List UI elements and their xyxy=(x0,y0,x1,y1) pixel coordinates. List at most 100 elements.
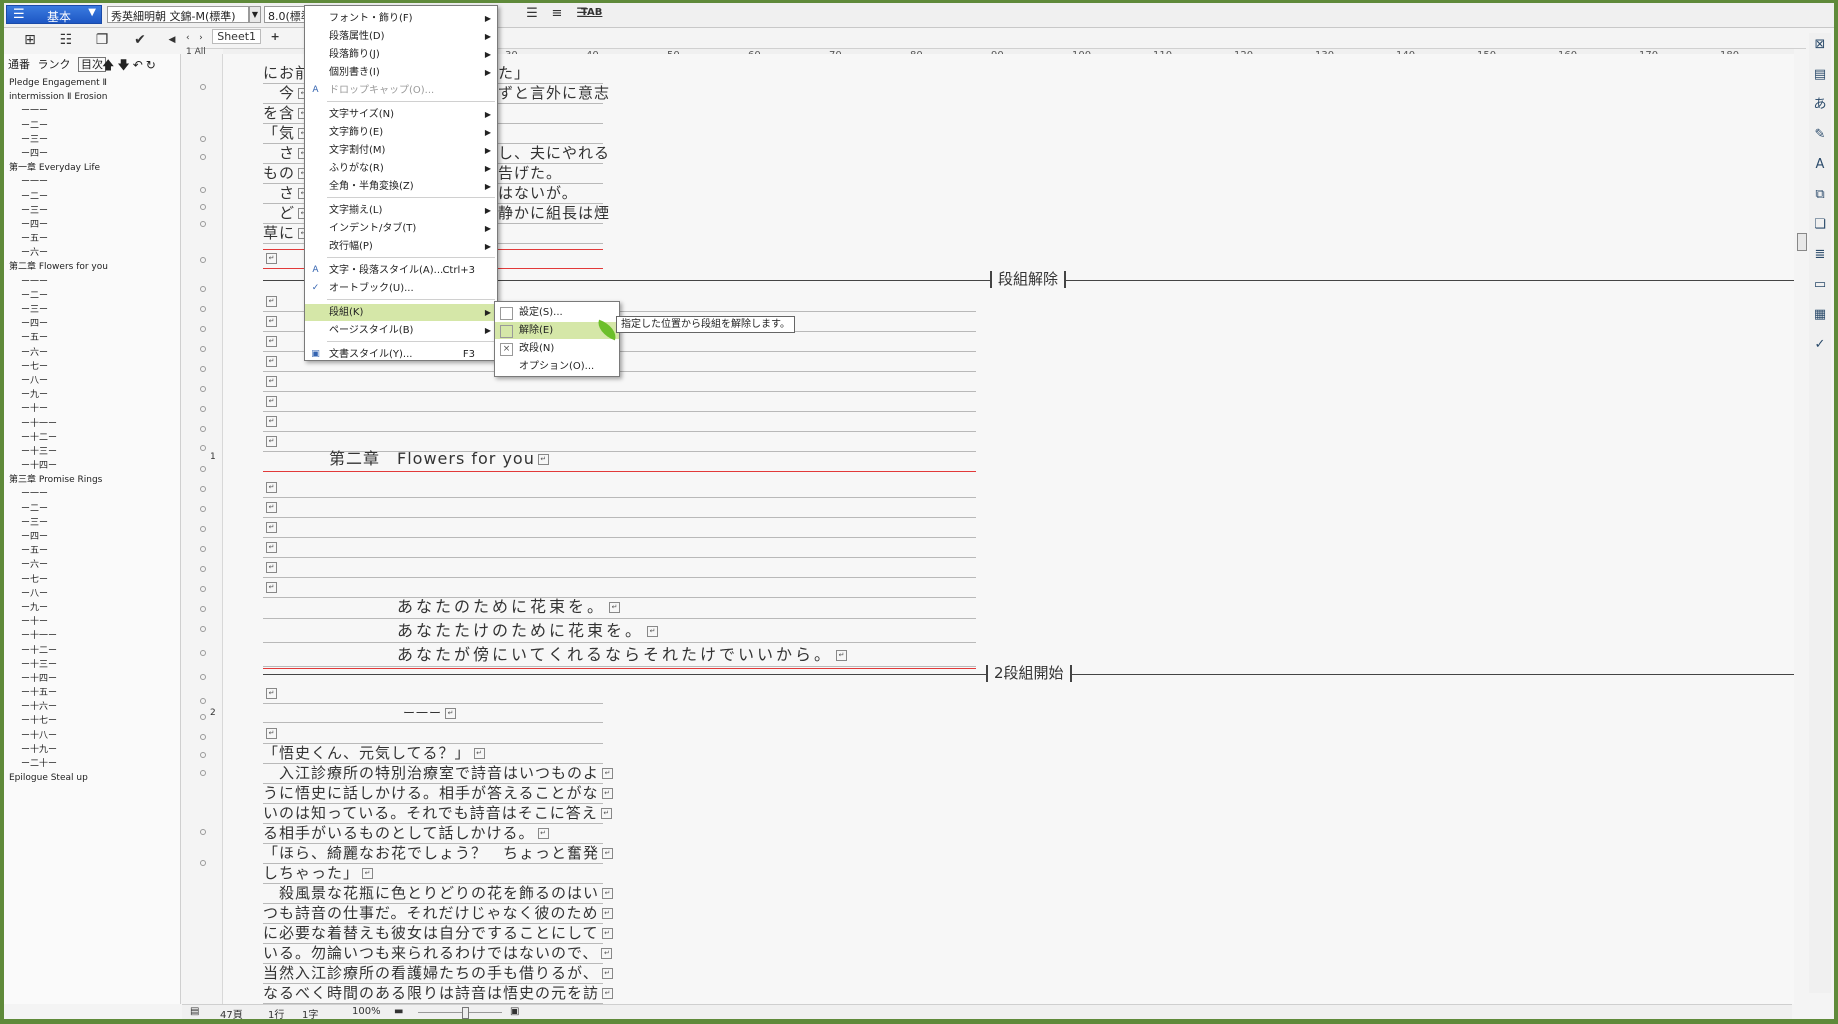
outline-item[interactable]: ー二ー xyxy=(9,502,179,516)
scroll-thumb[interactable] xyxy=(1797,233,1807,251)
zoom-slider[interactable] xyxy=(418,1012,502,1013)
outline-item[interactable]: ー十ー xyxy=(9,402,179,416)
outline-item[interactable]: ー四ー xyxy=(9,218,179,232)
menu-item[interactable]: 文字・段落スタイル(A)... Ctrl+3 A xyxy=(305,262,497,279)
outline-item[interactable]: ー五ー xyxy=(9,331,179,345)
outline-item[interactable]: ー二ー xyxy=(9,119,179,133)
outline-item[interactable]: ー五ー xyxy=(9,232,179,246)
submenu-item[interactable]: オプション(O)... xyxy=(495,358,619,375)
menu-item[interactable]: 文字サイズ(N) ▶ xyxy=(305,106,497,123)
checkmark-icon[interactable]: ✓ xyxy=(1812,337,1828,353)
outline-item[interactable]: ー一ー xyxy=(9,275,179,289)
tab-rank[interactable]: ランク xyxy=(38,58,71,71)
outline-item[interactable]: 第三章 Promise Rings xyxy=(9,473,179,487)
zoom-level[interactable]: 100% xyxy=(352,1006,381,1017)
undo-icon[interactable]: ↶ xyxy=(133,58,146,72)
menu-item[interactable]: フォント・飾り(F) ▶ xyxy=(305,10,497,27)
align-center-icon[interactable]: ≡ xyxy=(549,7,565,21)
outline-item[interactable]: ー十ー xyxy=(9,615,179,629)
menu-item[interactable]: 文字揃え(L) ▶ xyxy=(305,202,497,219)
menu-item[interactable]: 個別書き(I) ▶ xyxy=(305,64,497,81)
outline-item[interactable]: ー一ー xyxy=(9,487,179,501)
outline-item[interactable]: 第一章 Everyday Life xyxy=(9,161,179,175)
arrow-down-icon[interactable]: 🡇 xyxy=(117,58,132,72)
menu-item[interactable]: 文字飾り(E) ▶ xyxy=(305,124,497,141)
outline-item[interactable]: ー十三ー xyxy=(9,445,179,459)
style-selector[interactable]: ☰ 基本 ▼ xyxy=(6,5,102,24)
menu-item[interactable]: オートブック(U)... ✓ xyxy=(305,280,497,297)
outline-item[interactable]: ー九ー xyxy=(9,601,179,615)
menu-item[interactable]: インデント/タブ(T) ▶ xyxy=(305,220,497,237)
outline-item[interactable]: ー六ー xyxy=(9,246,179,260)
sheet-tab-1[interactable]: Sheet1 xyxy=(212,29,262,44)
submenu-item[interactable]: 設定(S)... xyxy=(495,304,619,321)
comment-icon[interactable]: ▭ xyxy=(1812,277,1828,293)
outline-item[interactable]: ー二ー xyxy=(9,190,179,204)
menu-item[interactable]: 段組(K) ▶ xyxy=(305,304,497,321)
menu-item[interactable]: 全角・半角変換(Z) ▶ xyxy=(305,178,497,195)
font-size-icon[interactable]: A xyxy=(1812,157,1828,173)
next-sheet-icon[interactable]: › xyxy=(199,33,203,43)
outline-item[interactable]: ー十八ー xyxy=(9,729,179,743)
arrow-up-icon[interactable]: 🡅 xyxy=(102,58,117,72)
outline-item[interactable]: intermission Ⅱ Erosion xyxy=(9,90,179,104)
zoom-out-icon[interactable]: ▬ xyxy=(394,1006,403,1017)
outline-item[interactable]: ー八ー xyxy=(9,587,179,601)
outline-item[interactable]: ー十四ー xyxy=(9,459,179,473)
outline-item[interactable]: ー四ー xyxy=(9,530,179,544)
outline-item[interactable]: ー十二ー xyxy=(9,431,179,445)
menu-item[interactable]: 改行幅(P) ▶ xyxy=(305,238,497,255)
outline-item[interactable]: ー十五ー xyxy=(9,686,179,700)
menu-item[interactable]: 段落属性(D) ▶ xyxy=(305,28,497,45)
outline-item[interactable]: ー一ー xyxy=(9,104,179,118)
outline-item[interactable]: ー三ー xyxy=(9,516,179,530)
pen-icon[interactable]: ✎ xyxy=(1812,127,1828,143)
menu-item[interactable]: ページスタイル(B) ▶ xyxy=(305,322,497,339)
zoom-slider-thumb[interactable] xyxy=(462,1007,469,1019)
outline-item[interactable]: ー三ー xyxy=(9,204,179,218)
outline-item[interactable]: ー十四ー xyxy=(9,672,179,686)
refresh-icon[interactable]: ↻ xyxy=(146,58,159,72)
add-sheet-icon[interactable]: + xyxy=(271,30,280,43)
navigator-icon[interactable]: ⊠ xyxy=(1812,37,1828,53)
list-view-icon[interactable]: ☷ xyxy=(56,31,76,49)
outline-item[interactable]: ー一ー xyxy=(9,175,179,189)
check-icon[interactable]: ✔ xyxy=(130,31,150,49)
outline-item[interactable]: ー七ー xyxy=(9,573,179,587)
outline-item[interactable]: ー二十ー xyxy=(9,757,179,771)
outline-item[interactable]: ー十九ー xyxy=(9,743,179,757)
menu-item[interactable]: 段落飾り(J) ▶ xyxy=(305,46,497,63)
font-name-field[interactable]: 秀英細明朝 文錦-M(標準) xyxy=(107,6,249,23)
submenu-item[interactable]: × 改段(N) xyxy=(495,340,619,357)
outline-item[interactable]: ー九ー xyxy=(9,388,179,402)
outline-item[interactable]: ー二ー xyxy=(9,289,179,303)
status-view-icon[interactable]: ▤ xyxy=(190,1006,199,1017)
menu-item[interactable]: 文書スタイル(Y)... F3 ▣ xyxy=(305,346,497,363)
prev-sheet-icon[interactable]: ‹ xyxy=(186,33,190,43)
dictionary-icon[interactable]: ▤ xyxy=(1812,67,1828,83)
outline-item[interactable]: ー十二ー xyxy=(9,644,179,658)
outline-item[interactable]: 第二章 Flowers for you xyxy=(9,260,179,274)
table-icon[interactable]: ▦ xyxy=(1812,307,1828,323)
copy-icon[interactable]: ❐ xyxy=(92,31,112,49)
outline-item[interactable]: ー四ー xyxy=(9,147,179,161)
outline-item[interactable]: ー十六ー xyxy=(9,700,179,714)
font-size-field[interactable]: 8.0(標準 xyxy=(264,6,306,23)
menu-item[interactable]: ふりがな(R) ▶ xyxy=(305,160,497,177)
outline-item[interactable]: ー六ー xyxy=(9,346,179,360)
outline-item[interactable]: ー七ー xyxy=(9,360,179,374)
align-left-icon[interactable]: ☰ xyxy=(524,7,540,21)
tab-button[interactable]: TAB xyxy=(581,7,602,18)
kana-icon[interactable]: あ xyxy=(1812,97,1828,113)
outline-item[interactable]: ー四ー xyxy=(9,317,179,331)
outline-item[interactable]: ー十七ー xyxy=(9,714,179,728)
outline-item[interactable]: ー十一ー xyxy=(9,629,179,643)
outline-item[interactable]: ー五ー xyxy=(9,544,179,558)
outline-item[interactable]: ー八ー xyxy=(9,374,179,388)
outline-item[interactable]: ー十一ー xyxy=(9,417,179,431)
paragraph-icon[interactable]: ≣ xyxy=(1812,247,1828,263)
vertical-scrollbar[interactable] xyxy=(1794,63,1808,993)
window-icon[interactable]: ⧉ xyxy=(1812,187,1828,203)
outline-item[interactable]: ー十三ー xyxy=(9,658,179,672)
font-dropdown-button[interactable]: ▼ xyxy=(249,6,261,23)
